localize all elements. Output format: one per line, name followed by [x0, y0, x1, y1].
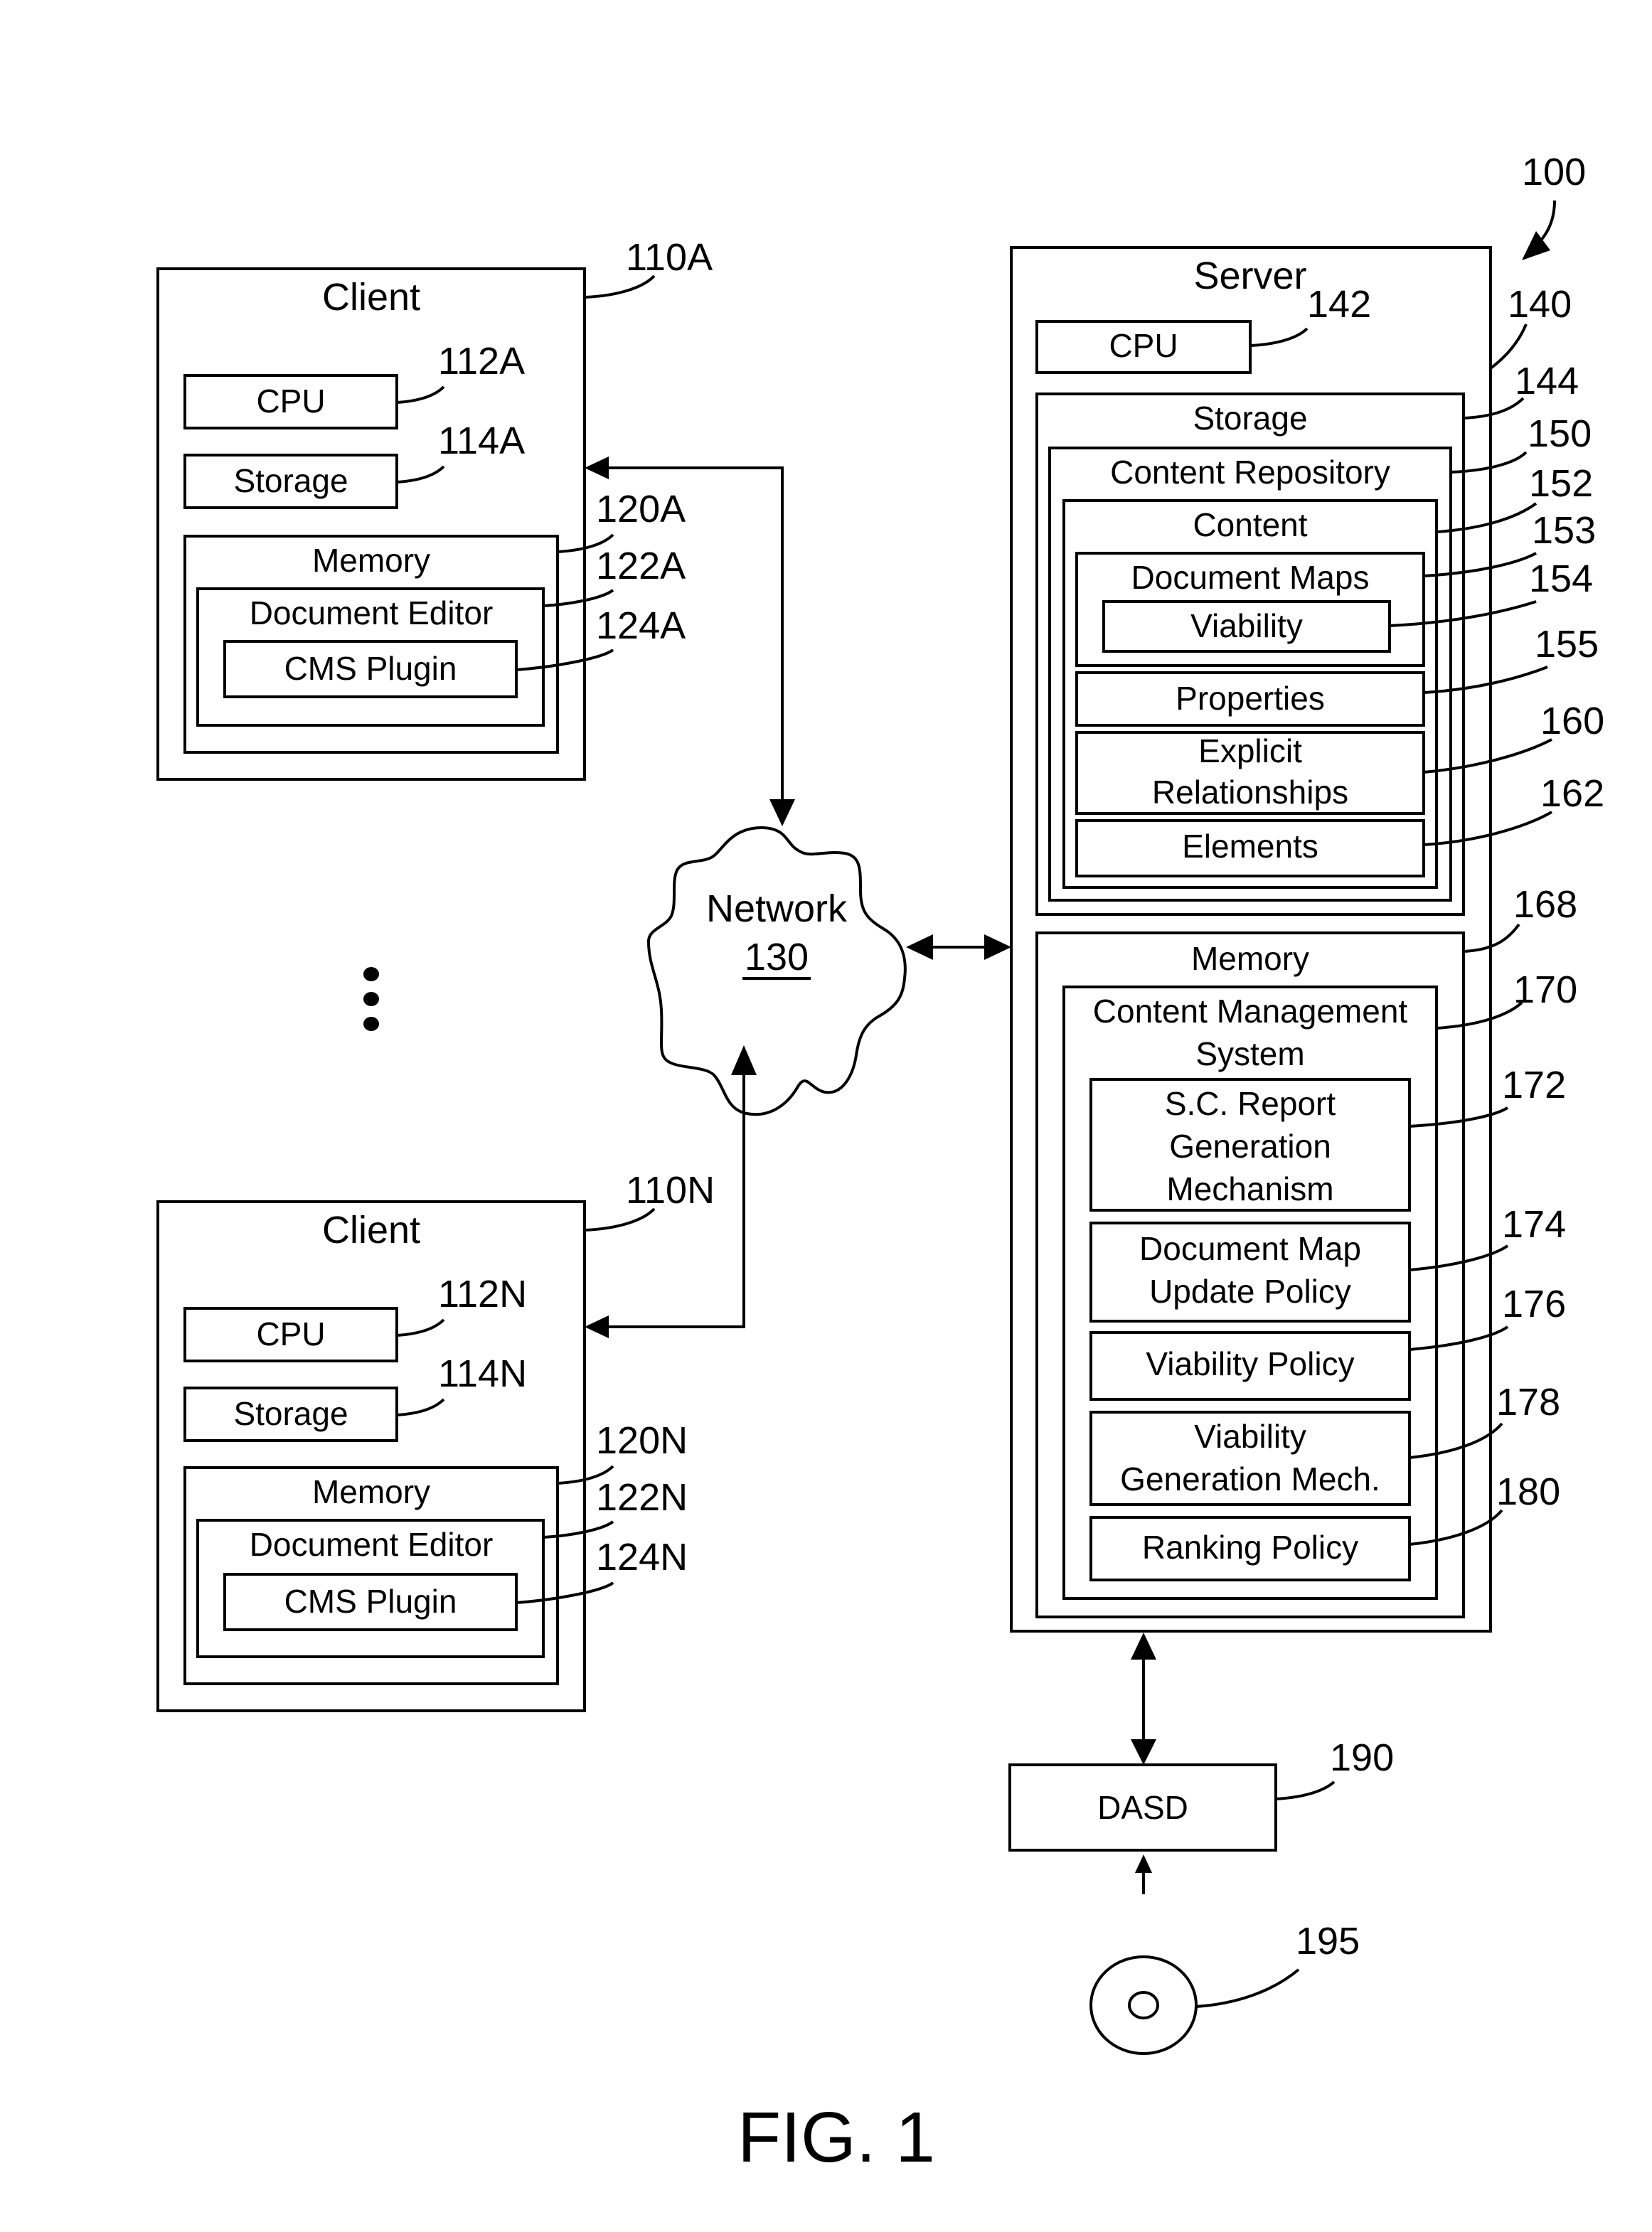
ref-154: 154 — [1529, 557, 1593, 600]
elements-label: Elements — [1182, 828, 1318, 865]
server-memory-label: Memory — [1191, 940, 1309, 977]
network-ref: 130 — [745, 936, 809, 978]
ref-112n: 112N — [438, 1273, 527, 1315]
figure-caption: FIG. 1 — [737, 2098, 935, 2177]
viability-gen-line1: Viability — [1194, 1418, 1306, 1455]
disc-hole-icon — [1128, 1991, 1159, 2019]
network: Network 130 — [646, 826, 907, 1116]
disc-icon[interactable] — [1089, 1955, 1198, 2055]
arrow-to-network-top — [769, 799, 795, 826]
ref-174: 174 — [1502, 1203, 1566, 1246]
ref-120a: 120A — [596, 488, 686, 530]
content-repository-label: Content Repository — [1110, 454, 1390, 491]
ref-110n: 110N — [626, 1169, 715, 1212]
client-n-title: Client — [322, 1209, 420, 1251]
ellipsis-dot — [363, 1017, 379, 1031]
leader-195 — [1195, 1968, 1300, 2008]
arrow-to-server-bottom — [1131, 1633, 1156, 1660]
server-cpu-label: CPU — [1109, 327, 1178, 364]
doc-map-update-line2: Update Policy — [1149, 1273, 1351, 1310]
ref-150: 150 — [1528, 412, 1592, 455]
storage-media: 195 — [1089, 1920, 1360, 2055]
viability-label: Viability — [1190, 607, 1303, 644]
arrow-to-network-right — [906, 934, 933, 960]
dasd-label: DASD — [1097, 1789, 1188, 1826]
server: Server 140 CPU 142 Storage 144 Content R… — [1010, 246, 1604, 1633]
client-a: Client 110A CPU 112A Storage 114A Memory… — [156, 236, 713, 781]
ref-124a: 124A — [596, 604, 686, 647]
content-label: Content — [1193, 506, 1307, 543]
client-a-storage-label: Storage — [233, 462, 348, 499]
ref-122n: 122N — [596, 1476, 688, 1519]
ref-178: 178 — [1496, 1381, 1560, 1424]
client-n-editor-label: Document Editor — [250, 1526, 494, 1563]
dasd: DASD 190 — [1008, 1736, 1394, 1852]
client-a-plugin-label: CMS Plugin — [284, 650, 457, 687]
arrow-to-dasd — [1131, 1739, 1156, 1765]
viability-policy-label: Viability Policy — [1146, 1345, 1354, 1382]
sc-report-line3: Mechanism — [1166, 1170, 1333, 1207]
ref-122a: 122A — [596, 545, 686, 587]
client-n-plugin-label: CMS Plugin — [284, 1583, 457, 1620]
client-n-storage-label: Storage — [233, 1395, 348, 1432]
ref-190: 190 — [1330, 1736, 1394, 1779]
ref-120n: 120N — [596, 1419, 688, 1462]
leader-110a — [584, 274, 656, 299]
viability-gen-line2: Generation Mech. — [1120, 1461, 1380, 1497]
arrow-to-network-bottom — [731, 1045, 757, 1075]
ref-195: 195 — [1296, 1920, 1360, 1963]
cms-line2: System — [1195, 1035, 1304, 1072]
ranking-policy-label: Ranking Policy — [1142, 1529, 1358, 1566]
ref-114n: 114N — [438, 1352, 527, 1395]
arrow-to-client-n — [585, 1315, 609, 1338]
ref-140: 140 — [1508, 283, 1572, 326]
ellipsis-dot — [363, 967, 379, 981]
client-a-title: Client — [322, 276, 420, 319]
sc-report-line1: S.C. Report — [1165, 1085, 1336, 1122]
ref-153: 153 — [1532, 509, 1596, 552]
ref-155: 155 — [1535, 623, 1599, 666]
ref-110a: 110A — [626, 236, 713, 279]
arrow-to-client-a — [585, 456, 609, 479]
ref-114a: 114A — [438, 420, 525, 462]
arrow-to-server — [984, 934, 1011, 960]
system-diagram: 100 Client 110A CPU 112A Storage 114A Me… — [156, 151, 1604, 2177]
system-reference: 100 — [1522, 151, 1586, 260]
client-n-memory-label: Memory — [312, 1473, 430, 1510]
ref-176: 176 — [1502, 1283, 1566, 1325]
ref-180: 180 — [1496, 1470, 1560, 1513]
ref-162: 162 — [1540, 772, 1604, 815]
ref-172: 172 — [1502, 1064, 1566, 1106]
ref-144: 144 — [1515, 360, 1579, 402]
client-a-editor-label: Document Editor — [250, 594, 494, 631]
ref-100: 100 — [1522, 151, 1586, 193]
doc-map-update-line1: Document Map — [1139, 1230, 1361, 1267]
ref-170: 170 — [1513, 968, 1577, 1011]
arrow-media-to-dasd — [1135, 1854, 1152, 1873]
cms-line1: Content Management — [1093, 993, 1408, 1030]
server-title: Server — [1193, 255, 1306, 297]
ref-142: 142 — [1307, 283, 1371, 326]
ref-112a: 112A — [438, 340, 525, 383]
explicit-relationships-line1: Explicit — [1198, 732, 1302, 769]
document-maps-label: Document Maps — [1131, 559, 1370, 596]
leader-110n — [584, 1207, 656, 1232]
client-n-cpu-label: CPU — [256, 1315, 325, 1352]
network-label: Network — [706, 887, 848, 930]
ref-152: 152 — [1529, 462, 1593, 505]
more-clients-ellipsis — [363, 967, 379, 1031]
ref-124n: 124N — [596, 1536, 688, 1579]
client-a-cpu-label: CPU — [256, 383, 325, 420]
ref-168: 168 — [1513, 883, 1577, 926]
sc-report-line2: Generation — [1169, 1128, 1331, 1165]
client-n: Client 110N CPU 112N Storage 114N Memory… — [156, 1169, 715, 1712]
client-a-memory-label: Memory — [312, 542, 430, 579]
server-storage-label: Storage — [1193, 400, 1307, 437]
explicit-relationships-line2: Relationships — [1152, 774, 1348, 811]
ellipsis-dot — [363, 992, 379, 1006]
ref-160: 160 — [1540, 700, 1604, 742]
leader-190 — [1275, 1780, 1336, 1800]
properties-label: Properties — [1176, 680, 1325, 717]
